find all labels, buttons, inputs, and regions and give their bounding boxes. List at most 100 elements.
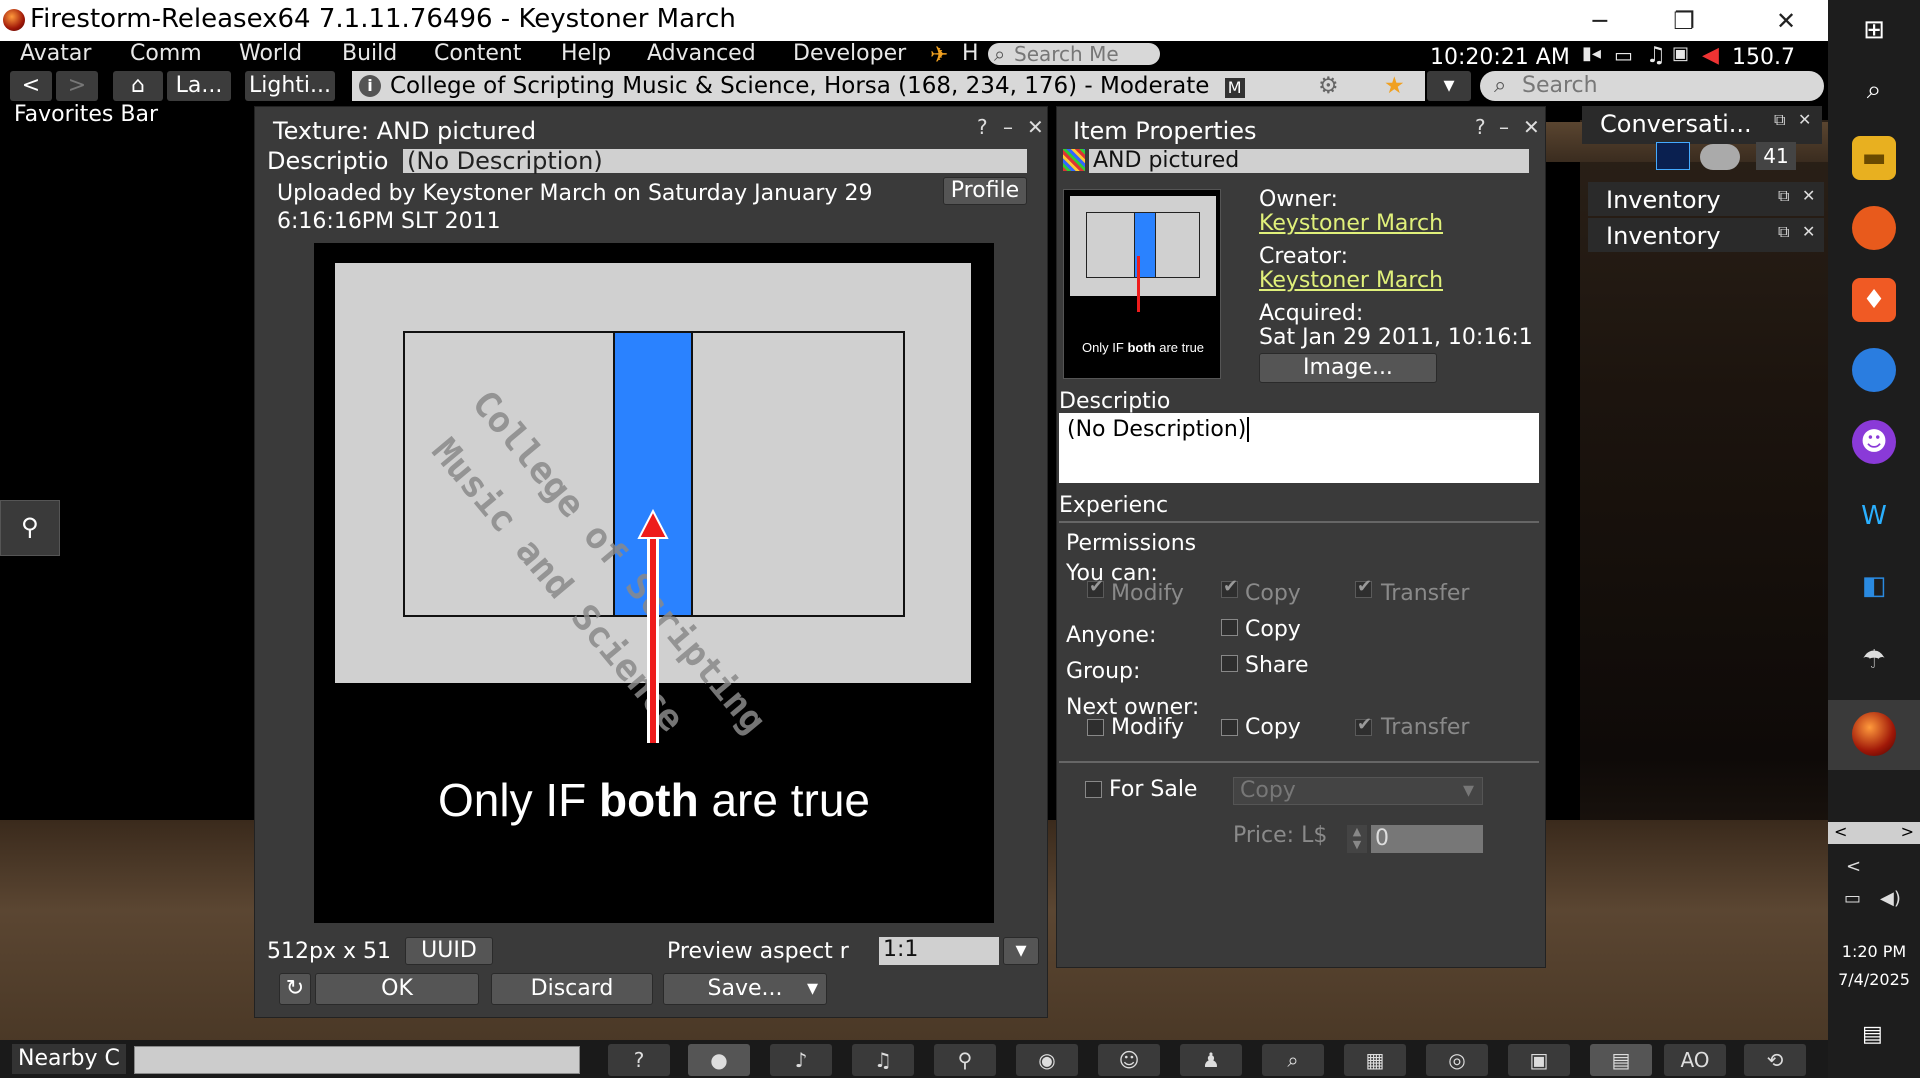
search-icon[interactable]: ⌕ xyxy=(1852,68,1896,112)
camera-icon[interactable]: ▮◂ xyxy=(1582,43,1601,64)
close-panel-button[interactable]: ✕ xyxy=(1027,115,1044,139)
menu-build[interactable]: Build xyxy=(342,41,397,66)
next-modify-checkbox[interactable] xyxy=(1087,719,1104,736)
sparkle-icon[interactable]: ✈ xyxy=(930,43,948,68)
landmarks-button[interactable]: La... xyxy=(167,71,231,101)
menu-content[interactable]: Content xyxy=(434,41,522,66)
home-button[interactable]: ⌂ xyxy=(113,71,163,101)
mask-app-icon[interactable]: ☻ xyxy=(1852,420,1896,464)
media-icon[interactable]: ▣ xyxy=(1672,43,1689,64)
uuid-button[interactable]: UUID xyxy=(405,937,493,965)
image-button[interactable]: Image... xyxy=(1259,353,1437,383)
forward-button[interactable]: > xyxy=(56,71,98,101)
taskbar-scrollbar[interactable]: < > xyxy=(1828,822,1920,844)
float-button[interactable]: ⧉ xyxy=(1774,110,1785,130)
minimize-panel-button[interactable]: – xyxy=(1003,115,1013,139)
inventory-tab-1[interactable]: Inventory ⧉ ✕ xyxy=(1588,182,1824,216)
price-stepper[interactable]: ▲ ▼ xyxy=(1347,825,1367,853)
discard-button[interactable]: Discard xyxy=(491,973,653,1005)
thunderbird-icon[interactable] xyxy=(1852,348,1896,392)
chat-input[interactable] xyxy=(134,1046,580,1074)
save-button[interactable]: Save... ▾ xyxy=(663,973,827,1005)
windows-start-icon[interactable]: ⊞ xyxy=(1852,8,1896,52)
minimap-toggle-button[interactable]: ⚲ xyxy=(0,500,60,556)
waterfox-icon[interactable]: W xyxy=(1852,494,1896,538)
volume-muted-icon[interactable]: ◀ xyxy=(1702,43,1719,68)
price-input[interactable]: 0 xyxy=(1371,825,1483,853)
snapshot-button[interactable]: ▣ xyxy=(1508,1044,1570,1076)
menu-world[interactable]: World xyxy=(239,41,302,66)
close-panel-button[interactable]: ✕ xyxy=(1802,222,1815,241)
file-explorer-icon[interactable]: ▬ xyxy=(1852,136,1896,180)
group-share-checkbox[interactable] xyxy=(1221,655,1238,672)
vscode-icon[interactable]: ◧ xyxy=(1852,564,1896,608)
search-input[interactable]: ⌕ Search xyxy=(1480,71,1824,101)
radar-button[interactable]: ◎ xyxy=(1426,1044,1488,1076)
nearby-chat-button[interactable]: Nearby C xyxy=(12,1044,126,1074)
map-button[interactable]: ▦ xyxy=(1344,1044,1406,1076)
firestorm-taskbar-icon[interactable] xyxy=(1852,712,1896,756)
profile-button[interactable]: Profile xyxy=(943,177,1027,205)
lighting-button[interactable]: Lighti... xyxy=(245,71,335,101)
float-button[interactable]: ⧉ xyxy=(1778,222,1789,242)
next-copy-checkbox[interactable] xyxy=(1221,719,1238,736)
close-panel-button[interactable]: ✕ xyxy=(1802,186,1815,205)
speech-bubble-icon[interactable] xyxy=(1700,144,1740,170)
people-button[interactable]: ☺ xyxy=(1098,1044,1160,1076)
chat-thumbnail-icon[interactable] xyxy=(1656,142,1690,170)
menu-avatar[interactable]: Avatar xyxy=(20,41,91,66)
search-menus-input[interactable]: ⌕ Search Me xyxy=(988,43,1160,65)
taskbar-time[interactable]: 1:20 PM xyxy=(1828,942,1920,961)
info-icon[interactable]: i xyxy=(359,75,381,97)
ao-button[interactable]: AO xyxy=(1664,1044,1726,1076)
next-transfer-checkbox[interactable]: ✔ xyxy=(1355,714,1372,736)
notifications-icon[interactable]: ▤ xyxy=(1862,1022,1883,1047)
search-button[interactable]: ⌕ xyxy=(1262,1044,1324,1076)
ok-button[interactable]: OK xyxy=(315,973,479,1005)
speak-button[interactable]: ♪ xyxy=(770,1044,832,1076)
taskbar-date[interactable]: 7/4/2025 xyxy=(1828,970,1920,989)
view-button[interactable]: ◉ xyxy=(1016,1044,1078,1076)
back-button[interactable]: < xyxy=(10,71,52,101)
chevron-left-icon[interactable]: < xyxy=(1846,856,1861,877)
inventory-button[interactable]: ▤ xyxy=(1590,1044,1652,1076)
preview-aspect-select[interactable]: 1:1 xyxy=(879,937,999,965)
maximize-button[interactable]: ❐ xyxy=(1642,0,1726,41)
monitor-icon[interactable]: ▭ xyxy=(1614,43,1633,67)
help-button[interactable]: ? xyxy=(977,115,988,139)
location-dropdown-button[interactable]: ▾ xyxy=(1427,71,1471,101)
minimize-button[interactable]: ─ xyxy=(1558,0,1642,41)
close-panel-button[interactable]: ✕ xyxy=(1798,110,1811,129)
you-transfer-checkbox[interactable]: ✔ xyxy=(1355,576,1372,598)
conversations-tab[interactable]: Conversati... ⧉ ✕ xyxy=(1582,106,1822,144)
minimize-panel-button[interactable]: – xyxy=(1499,115,1509,139)
chat-button[interactable]: ● xyxy=(688,1044,750,1076)
close-window-button[interactable]: ✕ xyxy=(1744,0,1828,41)
you-modify-checkbox[interactable]: ✔ xyxy=(1087,576,1104,598)
firefox-icon[interactable] xyxy=(1852,206,1896,250)
menu-advanced[interactable]: Advanced xyxy=(647,41,756,66)
menu-help[interactable]: Help xyxy=(561,41,611,66)
you-copy-checkbox[interactable]: ✔ xyxy=(1221,576,1238,598)
description-textarea[interactable]: (No Description) xyxy=(1059,413,1539,483)
float-button[interactable]: ⧉ xyxy=(1778,186,1789,206)
refresh-button[interactable]: ↻ xyxy=(279,973,311,1005)
location-input[interactable]: i College of Scripting Music & Science, … xyxy=(352,71,1425,101)
network-app-icon[interactable]: ☂ xyxy=(1852,638,1896,682)
volume-icon[interactable]: ◀) xyxy=(1880,888,1901,909)
network-icon[interactable]: ▭ xyxy=(1844,888,1861,909)
aspect-dropdown-button[interactable]: ▾ xyxy=(1003,937,1039,965)
music-icon[interactable]: ♫ xyxy=(1646,43,1666,68)
voice-button[interactable]: ♫ xyxy=(852,1044,914,1076)
creator-link[interactable]: Keystoner March xyxy=(1259,268,1443,293)
walk-button[interactable]: ⚲ xyxy=(934,1044,996,1076)
gestures-button[interactable]: ⟲ xyxy=(1744,1044,1806,1076)
help-button[interactable]: ? xyxy=(1475,115,1486,139)
anyone-copy-checkbox[interactable] xyxy=(1221,619,1238,636)
menu-comm[interactable]: Comm xyxy=(130,41,202,66)
item-name-field[interactable]: AND pictured xyxy=(1089,149,1529,173)
appearance-button[interactable]: ♟ xyxy=(1180,1044,1242,1076)
favorites-bar[interactable]: Favorites Bar xyxy=(14,102,158,127)
for-sale-checkbox[interactable] xyxy=(1085,781,1102,798)
menu-developer[interactable]: Developer xyxy=(793,41,906,66)
